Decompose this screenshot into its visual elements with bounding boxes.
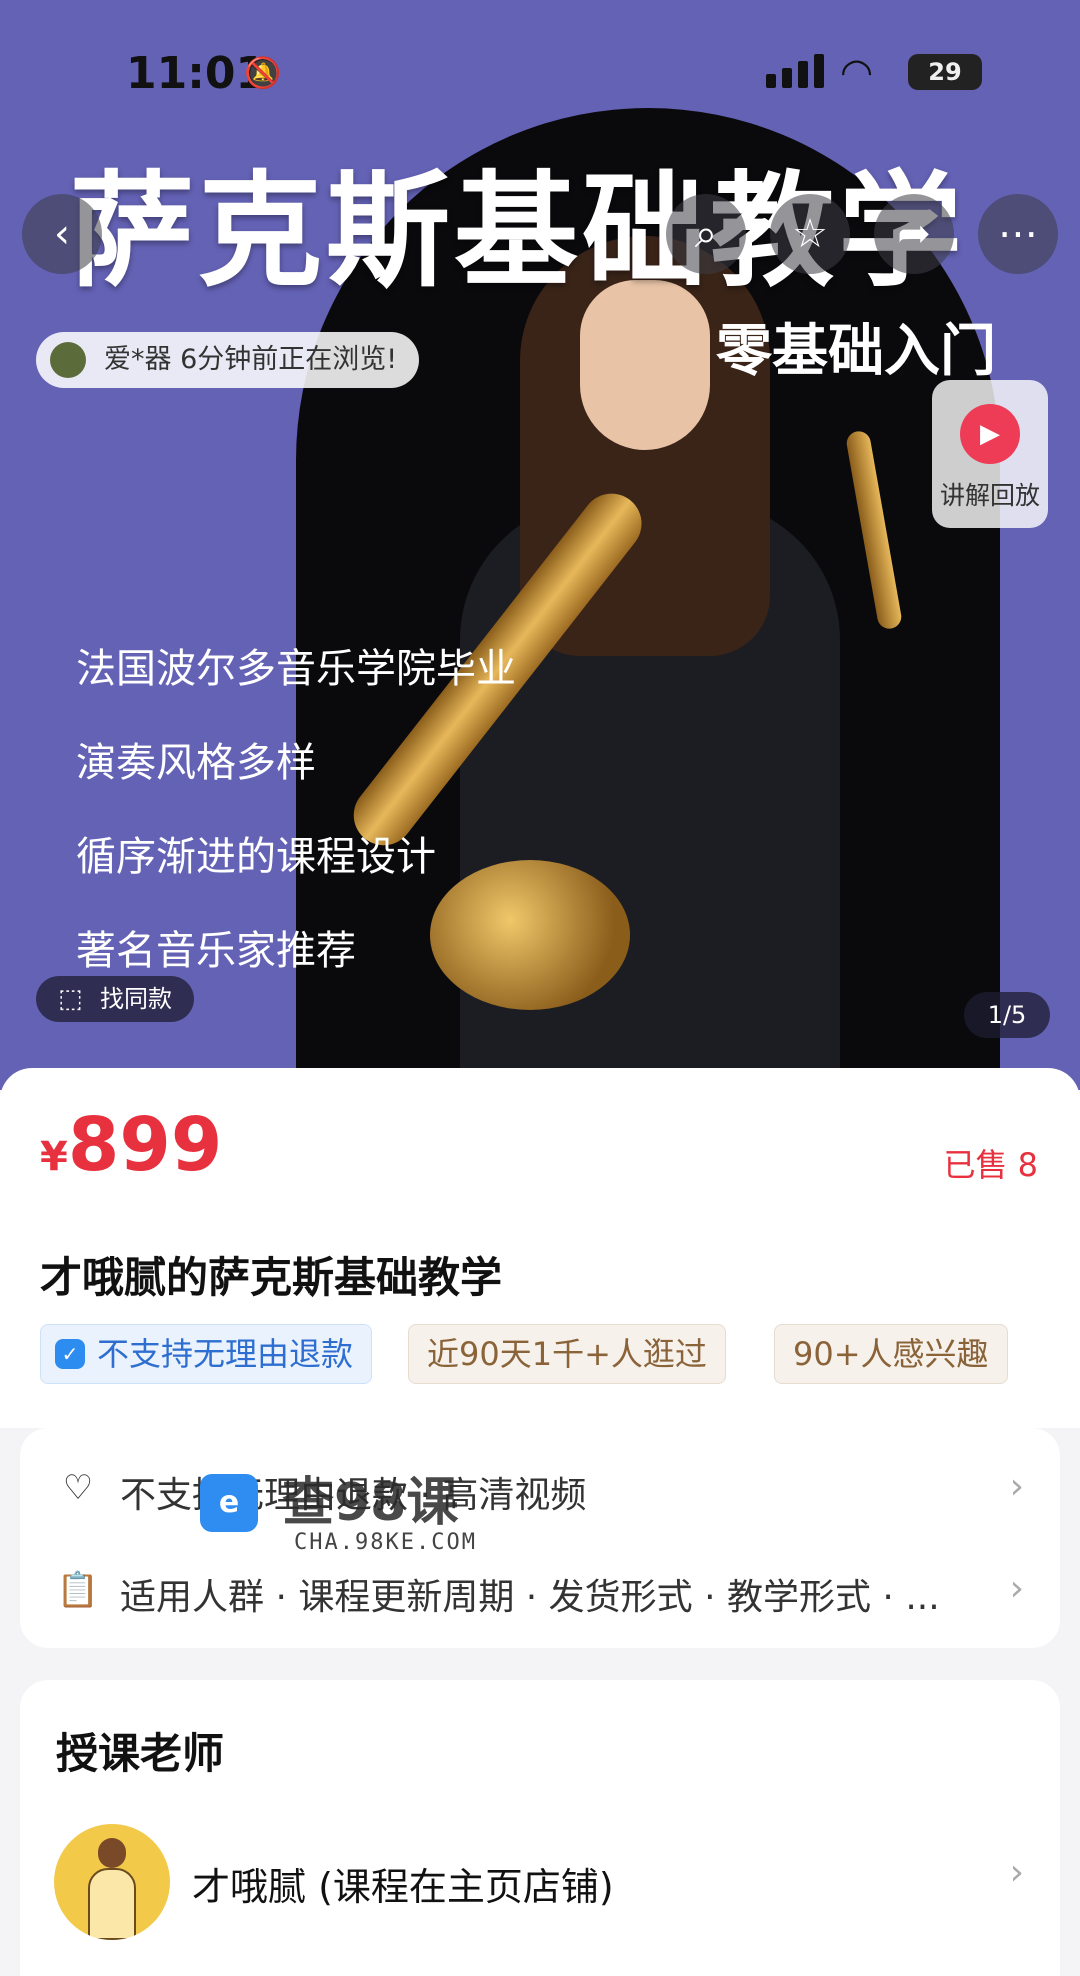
feature-item: 演奏风格多样 bbox=[76, 740, 316, 786]
feature-item: 法国波尔多音乐学院毕业 bbox=[76, 646, 516, 692]
chevron-right-icon: › bbox=[1009, 1568, 1024, 1609]
hero-subtitle: 零基础入门 bbox=[716, 319, 996, 384]
replay-button[interactable]: ▶ 讲解回放 bbox=[932, 380, 1048, 528]
refund-policy-tag[interactable]: ✓ 不支持无理由退款 bbox=[40, 1324, 373, 1384]
watermark-logo: e bbox=[200, 1474, 258, 1532]
teacher-card: 授课老师 才哦腻 (课程在主页店铺) › bbox=[20, 1680, 1060, 1976]
visits-tag: 近90天1千+人逛过 bbox=[408, 1324, 726, 1384]
battery-indicator: 29 bbox=[908, 54, 982, 90]
sold-count: 已售 8 bbox=[943, 1146, 1038, 1184]
clipboard-icon: 📋 bbox=[56, 1570, 100, 1610]
browsing-notice: 爱*器 6分钟前正在浏览! bbox=[36, 332, 420, 388]
saxophone-bell bbox=[430, 860, 630, 1010]
share-icon[interactable]: ➦ bbox=[874, 194, 954, 274]
product-title: 才哦腻的萨克斯基础教学 bbox=[40, 1253, 503, 1302]
wifi-icon: ◠ bbox=[840, 50, 874, 94]
bell-muted-icon: 🔕 bbox=[244, 56, 282, 91]
teacher-heading: 授课老师 bbox=[56, 1729, 225, 1778]
signal-icon bbox=[766, 54, 824, 88]
product-info-card: ¥899 已售 8 才哦腻的萨克斯基础教学 ✓ 不支持无理由退款 近90天1千+… bbox=[0, 1068, 1080, 1428]
chevron-right-icon: › bbox=[1009, 1466, 1024, 1507]
price-currency: ¥ bbox=[40, 1134, 68, 1180]
teacher-name[interactable]: 才哦腻 (课程在主页店铺) bbox=[192, 1856, 614, 1911]
heart-shield-icon: ♡ bbox=[62, 1468, 94, 1508]
avatar-figure-head bbox=[98, 1838, 126, 1868]
watermark: e 查98课 CHA.98KE.COM bbox=[200, 1468, 500, 1558]
product-image-carousel[interactable]: 萨克斯基础教学 零基础入门 法国波尔多音乐学院毕业 演奏风格多样 循序渐进的课程… bbox=[0, 0, 1080, 1090]
feature-item: 著名音乐家推荐 bbox=[76, 928, 356, 974]
find-similar-label: 找同款 bbox=[100, 985, 172, 1013]
avatar-figure-body bbox=[88, 1868, 136, 1940]
feature-item: 循序渐进的课程设计 bbox=[76, 834, 436, 880]
star-icon[interactable]: ☆ bbox=[770, 194, 850, 274]
shield-check-icon: ✓ bbox=[55, 1339, 85, 1369]
play-icon: ▶ bbox=[960, 404, 1020, 464]
watermark-url: CHA.98KE.COM bbox=[294, 1530, 477, 1555]
price: ¥899 bbox=[40, 1102, 222, 1188]
more-icon[interactable]: ⋯ bbox=[978, 194, 1058, 274]
price-value: 899 bbox=[67, 1102, 223, 1188]
find-similar-button[interactable]: ⬚ 找同款 bbox=[36, 976, 194, 1022]
tag-label: 不支持无理由退款 bbox=[97, 1335, 354, 1373]
replay-label: 讲解回放 bbox=[939, 481, 1040, 510]
search-icon[interactable]: ⌕ bbox=[666, 194, 746, 274]
service-guarantee-row[interactable]: ♡ 不支持无理由退款 · 高清视频 › bbox=[20, 1438, 1060, 1538]
watermark-text: 查98课 bbox=[282, 1473, 459, 1533]
scan-icon: ⬚ bbox=[58, 984, 83, 1014]
interest-tag: 90+人感兴趣 bbox=[774, 1324, 1008, 1384]
course-params-text: 适用人群 · 课程更新周期 · 发货形式 · 教学形式 · ... bbox=[120, 1577, 940, 1618]
course-params-row[interactable]: 📋 适用人群 · 课程更新周期 · 发货形式 · 教学形式 · ... › bbox=[20, 1540, 1060, 1640]
page-indicator: 1/5 bbox=[964, 992, 1050, 1038]
browsing-text: 爱*器 6分钟前正在浏览! bbox=[104, 344, 398, 375]
avatar bbox=[50, 342, 86, 378]
service-card: ♡ 不支持无理由退款 · 高清视频 › 📋 适用人群 · 课程更新周期 · 发货… bbox=[20, 1428, 1060, 1648]
chevron-left-icon[interactable]: ‹ bbox=[22, 194, 102, 274]
chevron-right-icon[interactable]: › bbox=[1010, 1852, 1024, 1893]
teacher-avatar[interactable] bbox=[54, 1824, 170, 1940]
